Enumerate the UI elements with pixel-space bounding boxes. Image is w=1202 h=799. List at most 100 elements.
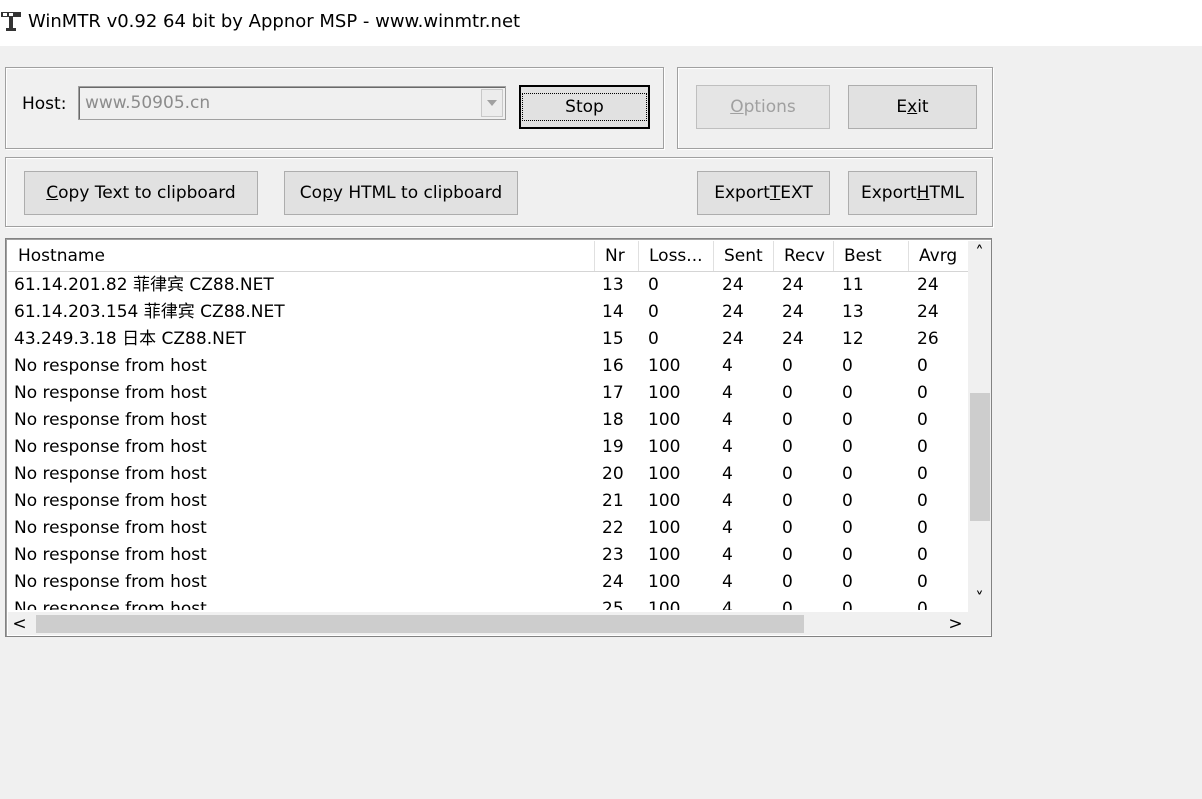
cell-loss: 100 bbox=[648, 491, 681, 511]
cell-avrg: 0 bbox=[917, 383, 928, 403]
cell-recv: 0 bbox=[782, 356, 793, 376]
exit-label-pre: E bbox=[896, 97, 908, 117]
column-header-sent[interactable]: Sent bbox=[714, 241, 774, 271]
table-row[interactable]: No response from host 17 100 4 0 0 0 bbox=[8, 380, 966, 407]
cell-best: 12 bbox=[842, 329, 864, 349]
window-title: WinMTR v0.92 64 bit by Appnor MSP - www.… bbox=[28, 11, 521, 32]
table-row[interactable]: No response from host 16 100 4 0 0 0 bbox=[8, 353, 966, 380]
copy-html-button[interactable]: Co p y HTML to clipboard bbox=[284, 171, 518, 215]
cell-sent: 4 bbox=[722, 464, 733, 484]
exit-button[interactable]: Ex it bbox=[848, 85, 977, 129]
cell-loss: 100 bbox=[648, 383, 681, 403]
cell-best: 0 bbox=[842, 518, 853, 538]
table-row[interactable]: No response from host 19 100 4 0 0 0 bbox=[8, 434, 966, 461]
cell-loss: 0 bbox=[648, 329, 659, 349]
options-label-post: ptions bbox=[743, 97, 796, 117]
cell-nr: 23 bbox=[602, 545, 624, 565]
title-bar: WinMTR v0.92 64 bit by Appnor MSP - www.… bbox=[0, 0, 1202, 46]
export-html-key: H bbox=[916, 183, 930, 203]
export-html-button[interactable]: Export H TML bbox=[848, 171, 977, 215]
cell-recv: 0 bbox=[782, 383, 793, 403]
cell-loss: 0 bbox=[648, 275, 659, 295]
cell-recv: 24 bbox=[782, 275, 804, 295]
export-text-post: EXT bbox=[780, 183, 813, 203]
cell-avrg: 0 bbox=[917, 572, 928, 592]
cell-nr: 21 bbox=[602, 491, 624, 511]
scroll-down-icon[interactable]: ˅ bbox=[968, 587, 991, 610]
cell-hostname: No response from host bbox=[14, 599, 207, 610]
cell-loss: 100 bbox=[648, 437, 681, 457]
cell-loss: 100 bbox=[648, 572, 681, 592]
copy-text-key: C bbox=[46, 183, 59, 203]
cell-sent: 24 bbox=[722, 275, 744, 295]
cell-hostname: No response from host bbox=[14, 491, 207, 511]
horizontal-scroll-thumb[interactable] bbox=[36, 615, 804, 633]
cell-sent: 4 bbox=[722, 356, 733, 376]
column-header-recv[interactable]: Recv bbox=[774, 241, 834, 271]
cell-nr: 20 bbox=[602, 464, 624, 484]
stop-button[interactable]: Stop bbox=[519, 85, 650, 129]
table-row[interactable]: No response from host 23 100 4 0 0 0 bbox=[8, 542, 966, 569]
cell-avrg: 0 bbox=[917, 437, 928, 457]
cell-sent: 4 bbox=[722, 518, 733, 538]
scroll-right-icon[interactable]: > bbox=[944, 612, 967, 635]
column-header-loss[interactable]: Loss... bbox=[639, 241, 714, 271]
table-row[interactable]: No response from host 22 100 4 0 0 0 bbox=[8, 515, 966, 542]
copy-text-button[interactable]: Copy Text to clipboard bbox=[24, 171, 258, 215]
cell-recv: 0 bbox=[782, 437, 793, 457]
export-text-button[interactable]: Export T EXT bbox=[697, 171, 830, 215]
cell-recv: 24 bbox=[782, 302, 804, 322]
cell-best: 0 bbox=[842, 356, 853, 376]
vertical-scrollbar[interactable]: ˄ ˅ bbox=[968, 241, 991, 612]
table-row[interactable]: No response from host 20 100 4 0 0 0 bbox=[8, 461, 966, 488]
cell-nr: 24 bbox=[602, 572, 624, 592]
results-listview[interactable]: Hostname Nr Loss... Sent Recv Best Avrg … bbox=[5, 238, 992, 637]
host-input[interactable]: www.50905.cn bbox=[85, 93, 210, 113]
cell-avrg: 0 bbox=[917, 545, 928, 565]
cell-avrg: 0 bbox=[917, 410, 928, 430]
cell-hostname: No response from host bbox=[14, 356, 207, 376]
cell-hostname: 61.14.201.82 菲律宾 CZ88.NET bbox=[14, 275, 274, 295]
cell-best: 0 bbox=[842, 491, 853, 511]
export-text-key: T bbox=[769, 183, 781, 203]
table-row[interactable]: No response from host 25 100 4 0 0 0 bbox=[8, 596, 966, 610]
cell-best: 0 bbox=[842, 464, 853, 484]
table-body: 61.14.201.82 菲律宾 CZ88.NET 13 0 24 24 11 24 61.1… bbox=[8, 272, 966, 610]
cell-sent: 4 bbox=[722, 437, 733, 457]
column-header-best[interactable]: Best bbox=[834, 241, 909, 271]
cell-avrg: 0 bbox=[917, 518, 928, 538]
cell-loss: 100 bbox=[648, 356, 681, 376]
scroll-left-icon[interactable]: < bbox=[8, 612, 31, 635]
cell-loss: 100 bbox=[648, 518, 681, 538]
cell-sent: 4 bbox=[722, 410, 733, 430]
copy-html-key: p bbox=[322, 183, 333, 203]
combo-dropdown-button[interactable] bbox=[481, 89, 503, 117]
cell-nr: 17 bbox=[602, 383, 624, 403]
cell-best: 0 bbox=[842, 545, 853, 565]
table-row[interactable]: 61.14.201.82 菲律宾 CZ88.NET 13 0 24 24 11 24 bbox=[8, 272, 966, 299]
cell-sent: 4 bbox=[722, 599, 733, 610]
scroll-up-icon[interactable]: ˄ bbox=[968, 241, 991, 264]
chevron-down-icon bbox=[487, 100, 497, 106]
cell-sent: 4 bbox=[722, 491, 733, 511]
table-header: Hostname Nr Loss... Sent Recv Best Avrg bbox=[8, 241, 968, 272]
options-button[interactable]: Options bbox=[696, 85, 830, 129]
table-row[interactable]: No response from host 24 100 4 0 0 0 bbox=[8, 569, 966, 596]
column-header-hostname[interactable]: Hostname bbox=[8, 241, 595, 271]
table-row[interactable]: 61.14.203.154 菲律宾 CZ88.NET 14 0 24 24 13 24 bbox=[8, 299, 966, 326]
stop-button-label: Stop bbox=[522, 93, 647, 121]
horizontal-scrollbar[interactable]: < > bbox=[8, 612, 968, 635]
vertical-scroll-thumb[interactable] bbox=[970, 393, 990, 521]
table-row[interactable]: No response from host 21 100 4 0 0 0 bbox=[8, 488, 966, 515]
host-combobox[interactable]: www.50905.cn bbox=[78, 86, 506, 120]
cell-hostname: No response from host bbox=[14, 572, 207, 592]
cell-avrg: 26 bbox=[917, 329, 939, 349]
cell-nr: 22 bbox=[602, 518, 624, 538]
export-text-pre: Export bbox=[714, 183, 770, 203]
scrollbar-corner bbox=[968, 612, 991, 635]
cell-avrg: 0 bbox=[917, 599, 928, 610]
table-row[interactable]: 43.249.3.18 日本 CZ88.NET 15 0 24 24 12 26 bbox=[8, 326, 966, 353]
column-header-avrg[interactable]: Avrg bbox=[909, 241, 969, 271]
table-row[interactable]: No response from host 18 100 4 0 0 0 bbox=[8, 407, 966, 434]
column-header-nr[interactable]: Nr bbox=[595, 241, 639, 271]
